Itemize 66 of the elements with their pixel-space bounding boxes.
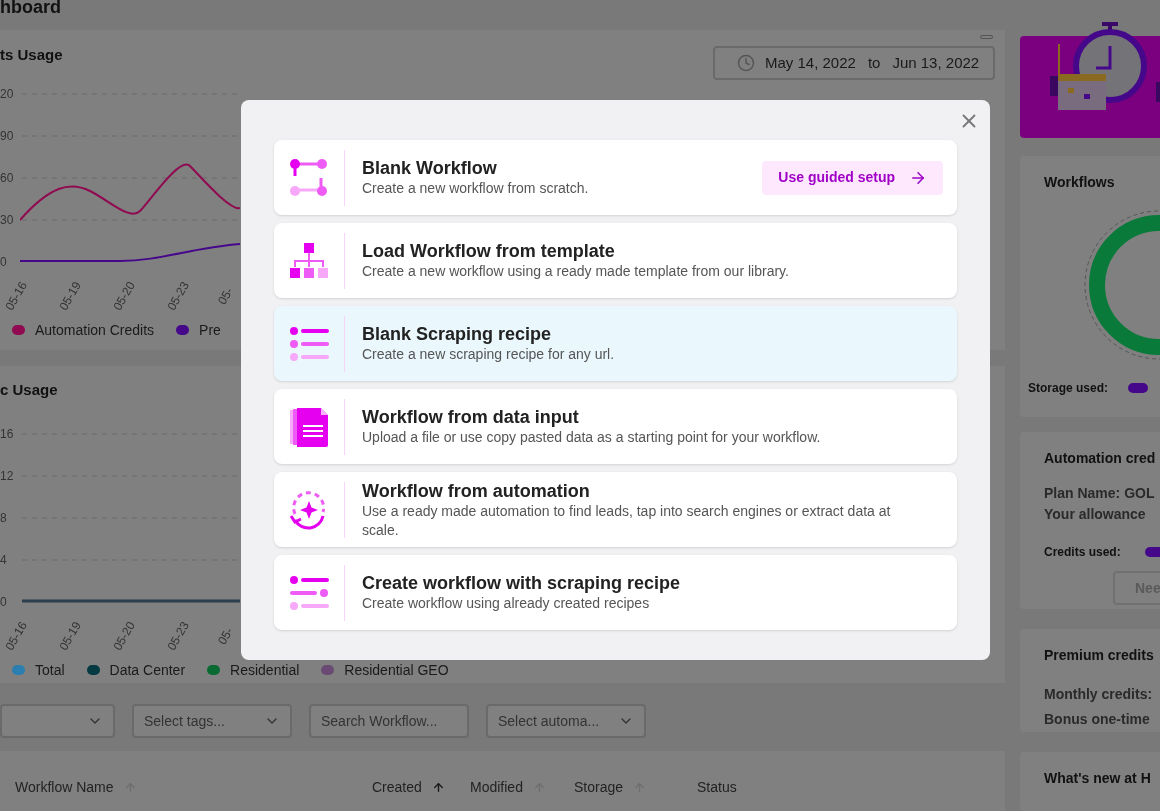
- axis-tick-label: 0: [0, 593, 7, 610]
- allowance-text: Your allowance: [1044, 505, 1147, 525]
- page-title: hboard: [0, 0, 61, 17]
- axis-tick-label: 12: [0, 467, 14, 484]
- card-title: Premium credits: [1044, 645, 1155, 665]
- axis-tick-label: 16: [0, 425, 14, 442]
- option-description: Create a new workflow from scratch.: [362, 179, 589, 198]
- option-title: Load Workflow from template: [362, 240, 616, 262]
- credits-label: Credits used:: [1044, 544, 1121, 562]
- column-header[interactable]: Status: [697, 777, 737, 799]
- nodes-icon: [289, 157, 329, 198]
- storage-bar: [1128, 382, 1148, 393]
- hierarchy-icon: [289, 240, 329, 281]
- column-header[interactable]: Workflow Name: [15, 777, 114, 799]
- column-header[interactable]: Modified: [470, 777, 523, 799]
- option-title: Blank Scraping recipe: [362, 323, 553, 345]
- option-description: Create a new scraping recipe for any url.: [362, 345, 615, 364]
- option-title: Blank Workflow: [362, 157, 498, 179]
- option-title: Workflow from automation: [362, 479, 591, 502]
- option-card[interactable]: Load Workflow from template Create a new workflow using a ready made template from our library.: [274, 223, 957, 298]
- monthly-credits: Monthly credits:: [1044, 684, 1154, 704]
- option-card[interactable]: Workflow from automation Use a ready made automation to find leads, tap into search engines or extract data at scale.: [274, 472, 957, 547]
- dropdown[interactable]: Select tags...: [132, 704, 292, 739]
- option-description: Use a ready made automation to find leads, tap into search engines or extract data at scale.: [362, 501, 892, 540]
- credits-bar: [1144, 547, 1160, 558]
- axis-tick-label: 90: [0, 127, 14, 144]
- card-title: What's new at H: [1044, 770, 1151, 786]
- axis-tick-label: 20: [0, 85, 14, 102]
- card-title: Automation cred: [1044, 449, 1157, 469]
- axis-tick-label: 05-: [214, 283, 237, 309]
- date-range-field[interactable]: May 14, 2022 to Jun 13, 2022: [713, 45, 995, 80]
- column-header[interactable]: Storage: [574, 777, 624, 799]
- axis-tick-label: 30: [0, 211, 14, 228]
- bonus-credits: Bonus one-time: [1044, 709, 1151, 729]
- legend-label: Residential: [230, 660, 300, 680]
- collapse-icon: [980, 34, 993, 39]
- option-card[interactable]: Workflow from data input Upload a file or use copy pasted data as a starting point for your workflow.: [274, 389, 957, 464]
- guided-setup-button[interactable]: Use guided setup: [762, 160, 943, 195]
- option-card[interactable]: Blank Scraping recipe Create a new scraping recipe for any url.: [274, 306, 957, 381]
- axis-tick-label: 4: [0, 551, 7, 568]
- option-description: Upload a file or use copy pasted data as a starting point for your workflow.: [362, 428, 821, 447]
- axis-tick-label: 0: [0, 253, 7, 270]
- document-icon: [289, 406, 329, 447]
- legend-label: Pre: [199, 320, 221, 340]
- legend-label: Automation Credits: [35, 320, 155, 340]
- clock-icon: [737, 53, 755, 72]
- storage-label: Storage used:: [1028, 379, 1108, 397]
- card-title: c Usage: [0, 380, 58, 398]
- option-title: Workflow from data input: [362, 406, 580, 428]
- card-title: ts Usage: [0, 44, 63, 65]
- axis-tick-label: 60: [0, 169, 14, 186]
- legend-label: Data Center: [109, 660, 186, 680]
- column-header[interactable]: Created: [372, 777, 422, 799]
- option-description: Create a new workflow using a ready made template from our library.: [362, 262, 789, 281]
- option-card[interactable]: Create workflow with scraping recipe Create workflow using already created recipes: [274, 555, 957, 630]
- dropdown[interactable]: Select automa...: [486, 704, 646, 739]
- legend-label: Residential GEO: [344, 660, 449, 680]
- axis-tick-label: 05-: [214, 623, 237, 649]
- option-description: Create workflow using already created recipes: [362, 594, 651, 613]
- card-title: Workflows: [1044, 172, 1116, 192]
- legend-label: Total: [35, 660, 65, 680]
- search-field[interactable]: Search Workflow...: [309, 704, 469, 739]
- plan-name: Plan Name: GOL: [1044, 484, 1156, 504]
- axis-tick-label: 8: [0, 509, 7, 526]
- option-title: Create workflow with scraping recipe: [362, 572, 681, 594]
- option-card[interactable]: Blank Workflow Create a new workflow from scratch. Use guided setup: [274, 140, 957, 215]
